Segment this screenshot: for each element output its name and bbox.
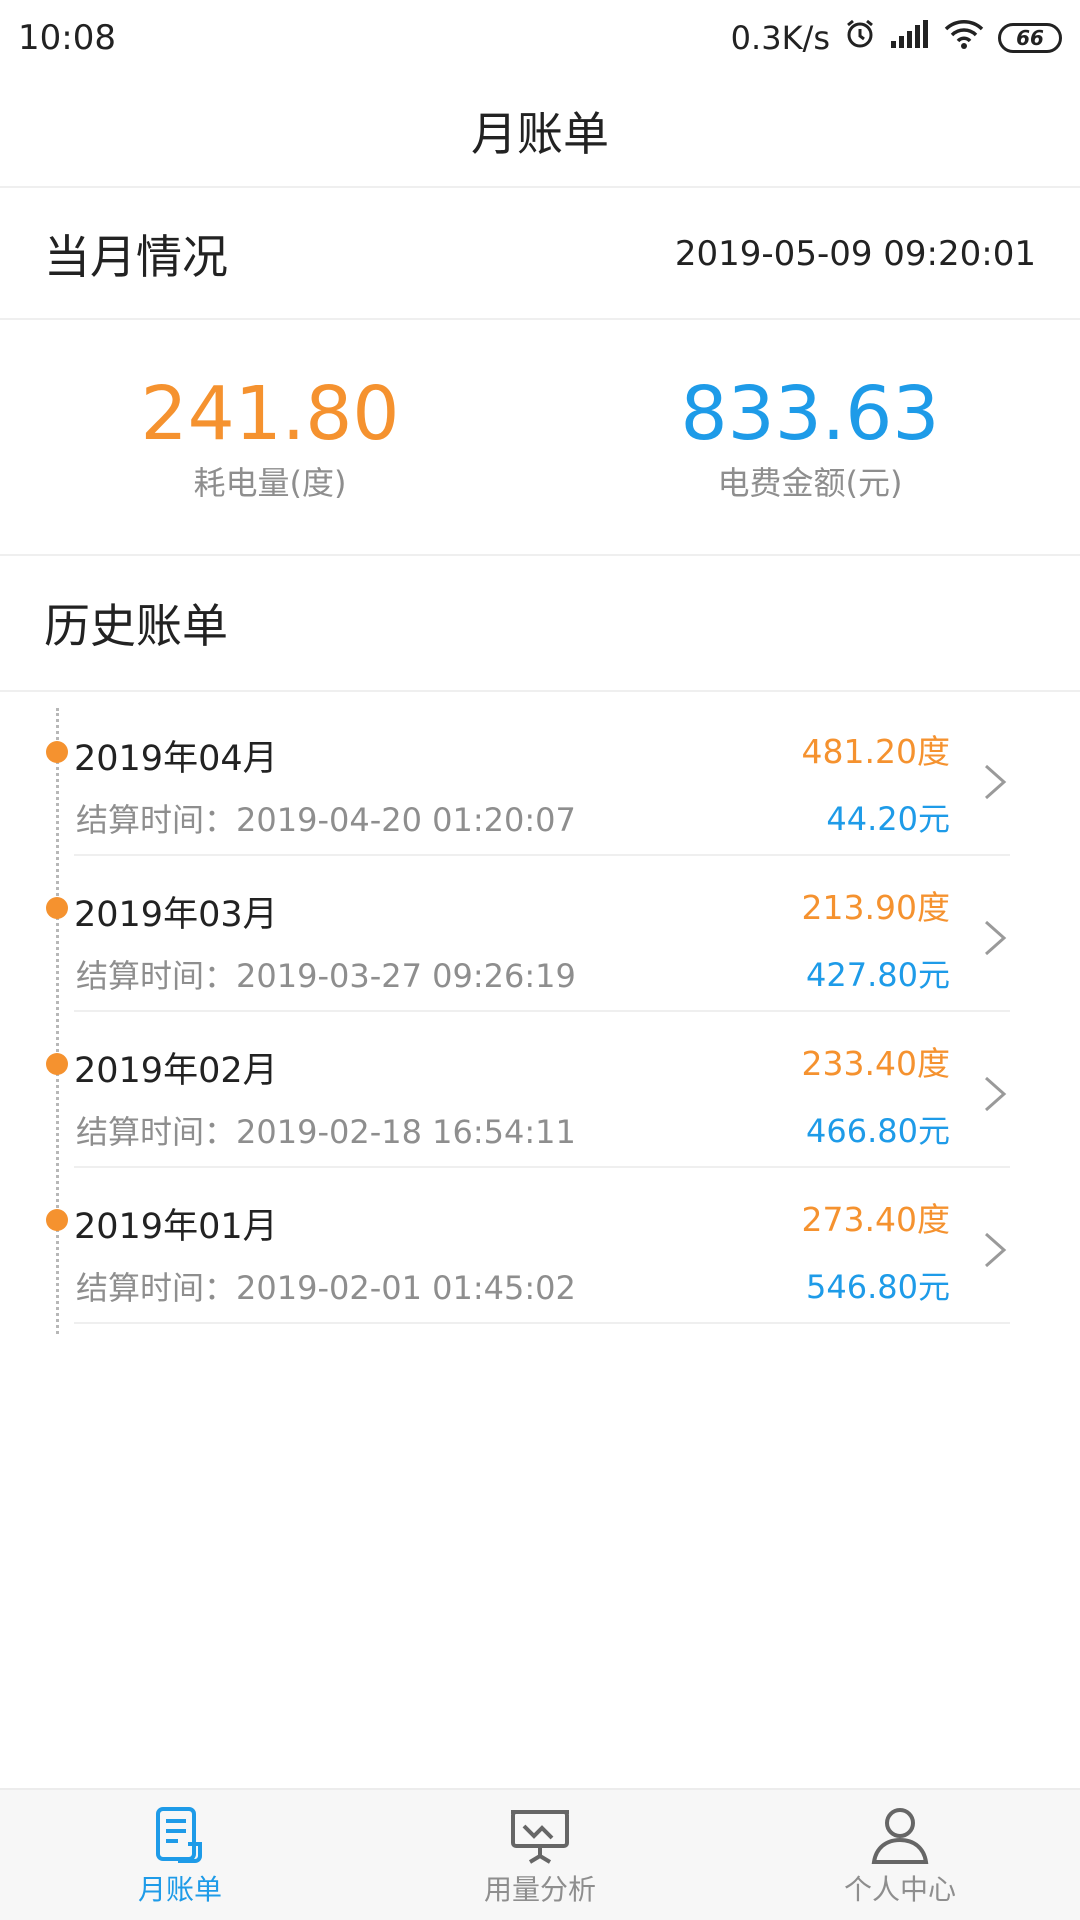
bill-kwh: 213.90度 bbox=[801, 888, 950, 927]
fee-value: 833.63 bbox=[680, 371, 940, 457]
current-month-title: 当月情况 bbox=[44, 230, 228, 284]
current-month-stats: 241.80 耗电量(度) 833.63 电费金额(元) bbox=[0, 322, 1080, 556]
timeline-dot bbox=[46, 1053, 68, 1075]
bill-row-2019-01[interactable]: 2019年01月 结算时间：2019-02-01 01:45:02 273.40… bbox=[0, 1168, 1080, 1324]
bill-month: 2019年01月 bbox=[74, 1207, 278, 1247]
bill-month: 2019年02月 bbox=[74, 1051, 278, 1091]
net-speed: 0.3K/s bbox=[730, 19, 830, 57]
timeline-dot bbox=[46, 1209, 68, 1231]
bottom-nav: 月账单 用量分析 个人中心 bbox=[0, 1788, 1080, 1920]
signal-icon bbox=[890, 19, 930, 57]
analysis-icon bbox=[511, 1810, 569, 1864]
bill-settle-time: 结算时间：2019-02-01 01:45:02 bbox=[76, 1269, 576, 1307]
history-title: 历史账单 bbox=[44, 599, 228, 653]
fee-stat: 833.63 电费金额(元) bbox=[540, 322, 1080, 554]
fee-label: 电费金额(元) bbox=[717, 464, 903, 502]
bill-row-2019-04[interactable]: 2019年04月 结算时间：2019-04-20 01:20:07 481.20… bbox=[0, 700, 1080, 856]
usage-value: 241.80 bbox=[140, 371, 400, 457]
bill-settle-time: 结算时间：2019-03-27 09:26:19 bbox=[76, 957, 576, 995]
wifi-icon bbox=[944, 18, 984, 58]
usage-stat: 241.80 耗电量(度) bbox=[0, 322, 540, 554]
current-month-header: 当月情况 2019-05-09 09:20:01 bbox=[0, 190, 1080, 320]
bill-settle-time: 结算时间：2019-02-18 16:54:11 bbox=[76, 1113, 576, 1151]
current-timestamp: 2019-05-09 09:20:01 bbox=[674, 234, 1036, 274]
bill-month: 2019年03月 bbox=[74, 895, 278, 935]
bill-icon bbox=[156, 1807, 202, 1863]
bill-list: 2019年04月 结算时间：2019-04-20 01:20:07 481.20… bbox=[0, 700, 1080, 1324]
alarm-icon bbox=[844, 18, 876, 58]
bill-kwh: 233.40度 bbox=[801, 1044, 950, 1083]
title-bar: 月账单 bbox=[0, 76, 1080, 188]
bill-kwh: 481.20度 bbox=[801, 732, 950, 771]
bill-month: 2019年04月 bbox=[74, 739, 278, 779]
nav-label-monthly-bill: 月账单 bbox=[137, 1873, 222, 1906]
bill-amount: 466.80元 bbox=[806, 1112, 950, 1150]
nav-item-monthly-bill[interactable]: 月账单 bbox=[0, 1790, 360, 1920]
bill-kwh: 273.40度 bbox=[801, 1200, 950, 1239]
status-bar: 10:08 0.3K/s 66 bbox=[0, 0, 1080, 76]
bill-amount: 427.80元 bbox=[806, 956, 950, 994]
nav-item-personal-center[interactable]: 个人中心 bbox=[720, 1790, 1080, 1920]
timeline-dot bbox=[46, 897, 68, 919]
nav-label-usage-analysis: 用量分析 bbox=[483, 1873, 596, 1906]
nav-item-usage-analysis[interactable]: 用量分析 bbox=[360, 1790, 720, 1920]
timeline-dot bbox=[46, 741, 68, 763]
status-time: 10:08 bbox=[18, 18, 116, 58]
usage-label: 耗电量(度) bbox=[193, 464, 347, 502]
page-title: 月账单 bbox=[471, 107, 609, 161]
status-icons: 0.3K/s 66 bbox=[731, 18, 1062, 58]
user-icon bbox=[871, 1808, 929, 1864]
divider bbox=[74, 1322, 1010, 1324]
chevron-right-icon bbox=[985, 1232, 1007, 1268]
bill-amount: 546.80元 bbox=[806, 1268, 950, 1306]
chevron-right-icon bbox=[985, 920, 1007, 956]
chevron-right-icon bbox=[985, 764, 1007, 800]
bill-amount: 44.20元 bbox=[826, 800, 950, 838]
bill-settle-time: 结算时间：2019-04-20 01:20:07 bbox=[76, 801, 576, 839]
chevron-right-icon bbox=[985, 1076, 1007, 1112]
nav-label-personal-center: 个人中心 bbox=[843, 1873, 956, 1906]
history-header: 历史账单 bbox=[0, 556, 1080, 692]
bill-row-2019-03[interactable]: 2019年03月 结算时间：2019-03-27 09:26:19 213.90… bbox=[0, 856, 1080, 1012]
bill-row-2019-02[interactable]: 2019年02月 结算时间：2019-02-18 16:54:11 233.40… bbox=[0, 1012, 1080, 1168]
battery-icon: 66 bbox=[998, 23, 1062, 53]
